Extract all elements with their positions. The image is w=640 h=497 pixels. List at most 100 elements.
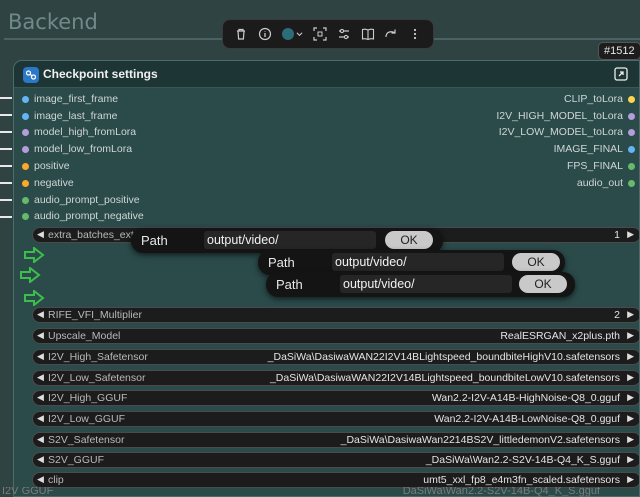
- decrement-arrow-icon[interactable]: ◀: [37, 372, 44, 383]
- fit-view-icon[interactable]: [311, 25, 329, 43]
- input-label: negative: [34, 177, 74, 189]
- node-type-icon: [23, 67, 39, 83]
- link-wire: [0, 148, 12, 150]
- increment-arrow-icon[interactable]: ▶: [627, 413, 634, 424]
- increment-arrow-icon[interactable]: ▶: [627, 454, 634, 465]
- path-label: Path: [276, 277, 303, 292]
- path-input[interactable]: output/video/: [340, 275, 512, 293]
- increment-arrow-icon[interactable]: ▶: [627, 474, 634, 485]
- decrement-arrow-icon[interactable]: ◀: [37, 454, 44, 465]
- i2v-high-gguf-widget[interactable]: ◀ I2V_High_GGUF Wan2.2-I2V-A14B-HighNois…: [32, 390, 639, 406]
- widget-value: Wan2.2-I2V-A14B-LowNoise-Q8_0.gguf: [434, 413, 620, 425]
- decrement-arrow-icon[interactable]: ◀: [37, 434, 44, 445]
- widget-value: _DaSiWa\Wan2.2-S2V-14B-Q4_K_S.gguf: [425, 454, 620, 466]
- clip-widget[interactable]: ◀ clip umt5_xxl_fp8_e4m3fn_scaled.safete…: [32, 472, 639, 488]
- increment-arrow-icon[interactable]: ▶: [627, 392, 634, 403]
- green-arrow-icon: [24, 247, 45, 263]
- output-dot[interactable]: [628, 113, 635, 120]
- widget-label: extra_batches_ext: [48, 229, 134, 241]
- decrement-arrow-icon[interactable]: ◀: [37, 474, 44, 485]
- widget-label: S2V_Safetensor: [48, 434, 125, 446]
- s2v-gguf-widget[interactable]: ◀ S2V_GGUF _DaSiWa\Wan2.2-S2V-14B-Q4_K_S…: [32, 452, 639, 468]
- link-wire: [0, 182, 12, 184]
- output-dot[interactable]: [628, 96, 635, 103]
- node-header[interactable]: Checkpoint settings: [14, 61, 639, 88]
- output-dot[interactable]: [628, 180, 635, 187]
- path-label: Path: [141, 233, 168, 248]
- path-label: Path: [268, 255, 295, 270]
- ghost-value: DaSiWa\Wan2.2-S2V-14B-Q4_K_S.gguf: [402, 487, 600, 497]
- widget-value: _DaSiWa\DasiwaWAN22I2V14BLightspeed_boun…: [269, 372, 620, 384]
- input-dot[interactable]: [22, 180, 29, 187]
- path-popup[interactable]: Path output/video/ OK: [266, 272, 575, 297]
- output-dot[interactable]: [628, 129, 635, 136]
- widget-value: _DaSiWa\DasiwaWan2214BS2V_littledemonV2.…: [340, 434, 620, 446]
- path-input[interactable]: output/video/: [332, 253, 504, 271]
- settings-icon[interactable]: [335, 25, 353, 43]
- decrement-arrow-icon[interactable]: ◀: [37, 229, 44, 240]
- i2v-high-safetensor-widget[interactable]: ◀ I2V_High_Safetensor _DaSiWa\DasiwaWAN2…: [32, 349, 639, 365]
- decrement-arrow-icon[interactable]: ◀: [37, 392, 44, 403]
- increment-arrow-icon[interactable]: ▶: [627, 434, 634, 445]
- output-dot[interactable]: [628, 163, 635, 170]
- group-title[interactable]: Backend: [8, 10, 98, 34]
- input-dot[interactable]: [22, 197, 29, 204]
- rife-multiplier-widget[interactable]: ◀ RIFE_VFI_Multiplier 2 ▶: [32, 307, 639, 323]
- input-label: model_high_fromLora: [34, 126, 137, 138]
- increment-arrow-icon[interactable]: ▶: [627, 351, 634, 362]
- input-label: positive: [34, 160, 70, 172]
- decrement-arrow-icon[interactable]: ◀: [37, 330, 44, 341]
- widget-label: S2V_GGUF: [48, 454, 105, 466]
- input-dot[interactable]: [22, 163, 29, 170]
- input-dot[interactable]: [22, 213, 29, 220]
- link-wire: [0, 165, 12, 167]
- link-wire: [0, 114, 12, 116]
- next-node-row: I2V GGUF DaSiWa\Wan2.2-S2V-14B-Q4_K_S.gg…: [0, 487, 640, 497]
- input-label: image_first_frame: [34, 93, 119, 105]
- expand-icon[interactable]: [614, 67, 628, 81]
- output-slot[interactable]: CLIP_toLora: [439, 92, 639, 108]
- input-dot[interactable]: [22, 113, 29, 120]
- input-label: model_low_fromLora: [34, 143, 133, 155]
- output-slot[interactable]: audio_out: [439, 176, 639, 192]
- info-icon[interactable]: [256, 25, 274, 43]
- output-slot[interactable]: I2V_LOW_MODEL_toLora: [439, 125, 639, 141]
- selection-toolbar: [222, 19, 434, 49]
- i2v-low-gguf-widget[interactable]: ◀ I2V_Low_GGUF Wan2.2-I2V-A14B-LowNoise-…: [32, 411, 639, 427]
- s2v-safetensor-widget[interactable]: ◀ S2V_Safetensor _DaSiWa\DasiwaWan2214BS…: [32, 432, 639, 448]
- output-slot[interactable]: IMAGE_FINAL: [439, 142, 639, 158]
- widget-value: RealESRGAN_x2plus.pth: [500, 330, 620, 342]
- decrement-arrow-icon[interactable]: ◀: [37, 351, 44, 362]
- decrement-arrow-icon[interactable]: ◀: [37, 413, 44, 424]
- input-dot[interactable]: [22, 129, 29, 136]
- node-title: Checkpoint settings: [43, 67, 158, 81]
- widget-label: Upscale_Model: [48, 330, 121, 342]
- output-slot[interactable]: I2V_HIGH_MODEL_toLora: [439, 109, 639, 125]
- increment-arrow-icon[interactable]: ▶: [627, 330, 634, 341]
- redo-icon[interactable]: [382, 25, 400, 43]
- output-label: I2V_LOW_MODEL_toLora: [498, 126, 623, 138]
- more-icon[interactable]: [406, 25, 424, 43]
- widget-label: I2V_High_GGUF: [48, 392, 128, 404]
- upscale-model-widget[interactable]: ◀ Upscale_Model RealESRGAN_x2plus.pth ▶: [32, 328, 639, 344]
- widget-label: I2V_Low_GGUF: [48, 413, 126, 425]
- decrement-arrow-icon[interactable]: ◀: [37, 309, 44, 320]
- path-ok-button[interactable]: OK: [519, 275, 567, 293]
- link-wire: [0, 216, 12, 218]
- output-slot[interactable]: FPS_FINAL: [439, 159, 639, 175]
- path-ok-button[interactable]: OK: [512, 253, 560, 271]
- i2v-low-safetensor-widget[interactable]: ◀ I2V_Low_Safetensor _DaSiWa\DasiwaWAN22…: [32, 370, 639, 386]
- color-picker-icon[interactable]: [279, 25, 305, 43]
- path-input[interactable]: output/video/: [204, 231, 376, 249]
- path-ok-button[interactable]: OK: [385, 231, 433, 249]
- widget-value: _DaSiWa\DasiwaWAN22I2V14BLightspeed_boun…: [267, 351, 620, 363]
- increment-arrow-icon[interactable]: ▶: [627, 309, 634, 320]
- widget-value: 1: [614, 229, 620, 241]
- increment-arrow-icon[interactable]: ▶: [627, 229, 634, 240]
- increment-arrow-icon[interactable]: ▶: [627, 372, 634, 383]
- input-dot[interactable]: [22, 146, 29, 153]
- output-dot[interactable]: [628, 146, 635, 153]
- book-icon[interactable]: [359, 25, 377, 43]
- input-dot[interactable]: [22, 96, 29, 103]
- trash-icon[interactable]: [232, 25, 250, 43]
